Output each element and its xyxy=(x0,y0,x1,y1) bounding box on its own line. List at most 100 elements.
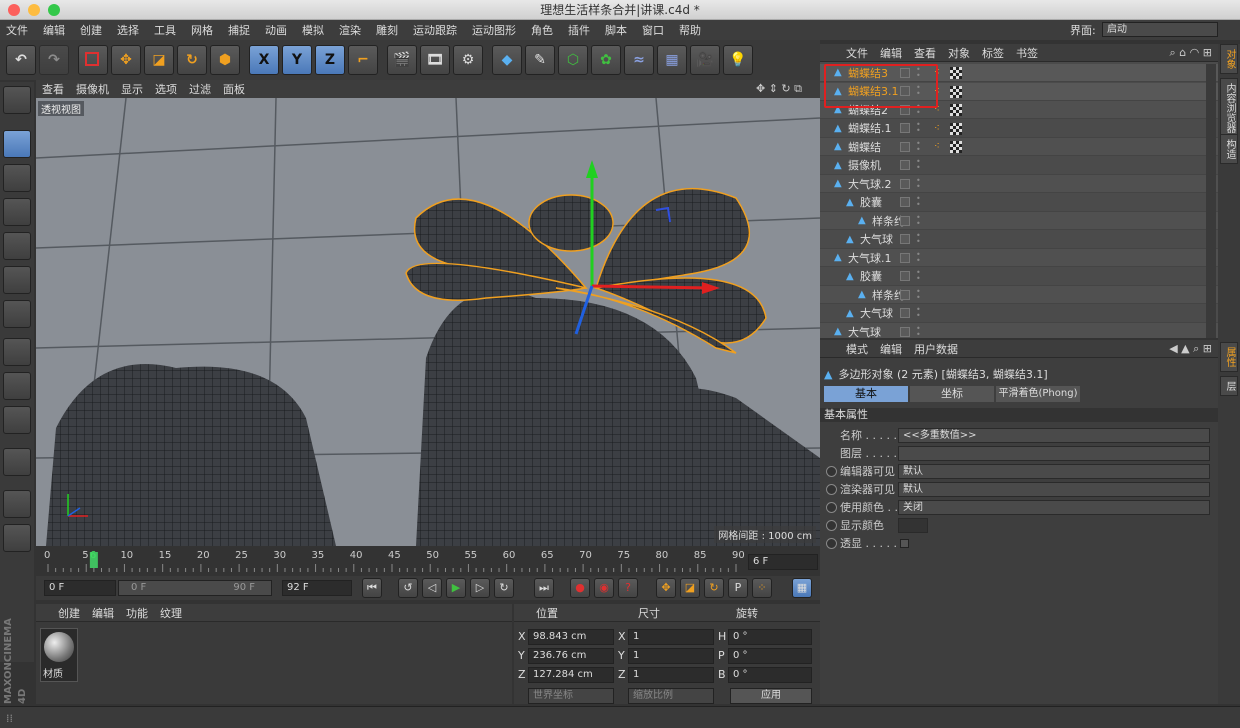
deformer-button[interactable]: ≈ xyxy=(624,45,654,75)
texture-tag-icon[interactable] xyxy=(950,104,962,116)
object-row[interactable]: ▲ 样条约 • • xyxy=(820,286,1218,304)
record-pla-button[interactable]: ⁘ xyxy=(752,578,772,598)
object-name[interactable]: 大气球.1 xyxy=(848,250,892,266)
record-scale-button[interactable]: ◪ xyxy=(680,578,700,598)
snap-button[interactable] xyxy=(3,448,31,476)
object-name[interactable]: 大气球 xyxy=(848,324,881,339)
tweak-mode-button[interactable] xyxy=(3,372,31,400)
menu-item-simulate[interactable]: 模拟 xyxy=(302,22,324,38)
object-name[interactable]: 大气球 xyxy=(860,305,893,321)
object-name[interactable]: 摄像机 xyxy=(848,157,881,173)
rotation-field[interactable]: 0 ° xyxy=(728,629,812,645)
side-tab-content-browser[interactable]: 内容浏览器 xyxy=(1220,78,1238,138)
object-row[interactable]: ▲ 大气球 • • xyxy=(820,230,1218,249)
tab-basic[interactable]: 基本 xyxy=(824,386,908,402)
object-scrollbar[interactable] xyxy=(1206,64,1216,338)
menu-item-mograph[interactable]: 运动图形 xyxy=(472,22,516,38)
render-view-button[interactable]: 🎬 xyxy=(387,45,417,75)
menu-item-animate[interactable]: 动画 xyxy=(265,22,287,38)
object-menu-file[interactable]: 文件 xyxy=(846,45,868,61)
start-frame-field[interactable]: 0 F xyxy=(44,580,116,596)
go-to-end-button[interactable]: ⏭ xyxy=(534,578,554,598)
subdivision-button[interactable]: ⬡ xyxy=(558,45,588,75)
object-menu-objects[interactable]: 对象 xyxy=(948,45,970,61)
visibility-toggle[interactable] xyxy=(900,271,910,281)
zoom-window-button[interactable] xyxy=(48,4,60,16)
material-swatch[interactable]: 材质 xyxy=(40,628,78,682)
render-settings-button[interactable]: ⚙ xyxy=(453,45,483,75)
object-row[interactable]: ▲ 蝴蝶结 • • ⁖ xyxy=(820,138,1218,156)
menu-item-character[interactable]: 角色 xyxy=(531,22,553,38)
size-field[interactable]: 1 xyxy=(628,648,714,664)
previous-key-button[interactable]: ↺ xyxy=(398,578,418,598)
record-parameter-button[interactable]: P xyxy=(728,578,748,598)
layout-select[interactable]: 启动 xyxy=(1102,22,1218,37)
move-tool-button[interactable]: ✥ xyxy=(111,45,141,75)
make-editable-button[interactable] xyxy=(3,86,31,114)
points-mode-button[interactable] xyxy=(3,232,31,260)
animation-radio[interactable] xyxy=(826,501,837,513)
object-row[interactable]: ▲ 大气球.2 • • xyxy=(820,175,1218,193)
current-frame-field[interactable]: 6 F xyxy=(748,554,818,570)
auto-keying-button[interactable]: ◉ xyxy=(594,578,614,598)
attribute-menu-mode[interactable]: 模式 xyxy=(846,341,868,357)
object-row[interactable]: ▲ 胶囊 • • xyxy=(820,193,1218,212)
x-axis-gizmo[interactable] xyxy=(591,284,713,290)
texture-mode-button[interactable] xyxy=(3,164,31,192)
next-key-button[interactable]: ↻ xyxy=(494,578,514,598)
side-tab-objects[interactable]: 对象 xyxy=(1220,44,1238,74)
object-name[interactable]: 胶囊 xyxy=(860,268,882,284)
z-axis-lock-button[interactable]: Z xyxy=(315,45,345,75)
material-tag-icon[interactable]: ⁖ xyxy=(934,123,946,135)
tab-coordinates[interactable]: 坐标 xyxy=(910,386,994,402)
visibility-dots-icon[interactable]: • • xyxy=(916,213,922,227)
solo-button[interactable] xyxy=(3,406,31,434)
visibility-dots-icon[interactable]: • • xyxy=(916,269,922,283)
record-keys-button[interactable]: ● xyxy=(570,578,590,598)
workplane-mode-button[interactable] xyxy=(3,198,31,226)
rotation-field[interactable]: 0 ° xyxy=(728,667,812,683)
visibility-toggle[interactable] xyxy=(900,252,910,263)
animation-radio[interactable] xyxy=(826,519,837,531)
apply-button[interactable]: 应用 xyxy=(730,688,812,704)
cube-object-button[interactable]: ◆ xyxy=(492,45,522,75)
menu-item-window[interactable]: 窗口 xyxy=(642,22,664,38)
record-rotation-button[interactable]: ↻ xyxy=(704,578,724,598)
attribute-value[interactable] xyxy=(898,445,1210,461)
display-color-swatch[interactable] xyxy=(898,517,928,533)
timeline-window-button[interactable]: ▦ xyxy=(792,578,812,598)
visibility-toggle[interactable] xyxy=(900,289,910,300)
attribute-value[interactable]: 默认 xyxy=(898,481,1210,497)
axis-mode-button[interactable] xyxy=(3,338,31,366)
menu-item-edit[interactable]: 编辑 xyxy=(43,22,65,38)
size-field[interactable]: 1 xyxy=(628,667,714,683)
object-name[interactable]: 大气球 xyxy=(860,231,893,247)
visibility-toggle[interactable] xyxy=(900,308,910,318)
planar-workplane-button[interactable] xyxy=(3,524,31,552)
end-frame-field[interactable]: 92 F xyxy=(282,580,352,596)
object-row[interactable]: ▲ 大气球 • • xyxy=(820,323,1218,338)
menu-item-select[interactable]: 选择 xyxy=(117,22,139,38)
visibility-toggle[interactable] xyxy=(900,326,910,337)
edges-mode-button[interactable] xyxy=(3,266,31,294)
minimize-window-button[interactable] xyxy=(28,4,40,16)
object-name[interactable]: 胶囊 xyxy=(860,194,882,210)
object-name[interactable]: 大气球.2 xyxy=(848,176,892,192)
attribute-menu-userdata[interactable]: 用户数据 xyxy=(914,341,958,357)
visibility-toggle[interactable] xyxy=(900,141,910,152)
animation-radio[interactable] xyxy=(826,483,837,495)
menu-item-render[interactable]: 渲染 xyxy=(339,22,361,38)
frame-range-slider[interactable]: 0 F 90 F xyxy=(118,580,272,596)
object-row[interactable]: ▲ 摄像机 • • xyxy=(820,156,1218,175)
keyframe-selection-button[interactable]: ? xyxy=(618,578,638,598)
visibility-dots-icon[interactable]: • • xyxy=(916,250,922,264)
object-row[interactable]: ▲ 胶囊 • • xyxy=(820,267,1218,286)
visibility-dots-icon[interactable]: • • xyxy=(916,306,922,320)
attribute-menu-edit[interactable]: 编辑 xyxy=(880,341,902,357)
visibility-dots-icon[interactable]: • • xyxy=(916,176,922,190)
live-selection-button[interactable] xyxy=(78,45,108,75)
side-tab-attributes[interactable]: 属性 xyxy=(1220,342,1238,372)
material-menu-edit[interactable]: 编辑 xyxy=(92,605,114,621)
floor-button[interactable]: ▦ xyxy=(657,45,687,75)
rotate-tool-button[interactable]: ↻ xyxy=(177,45,207,75)
